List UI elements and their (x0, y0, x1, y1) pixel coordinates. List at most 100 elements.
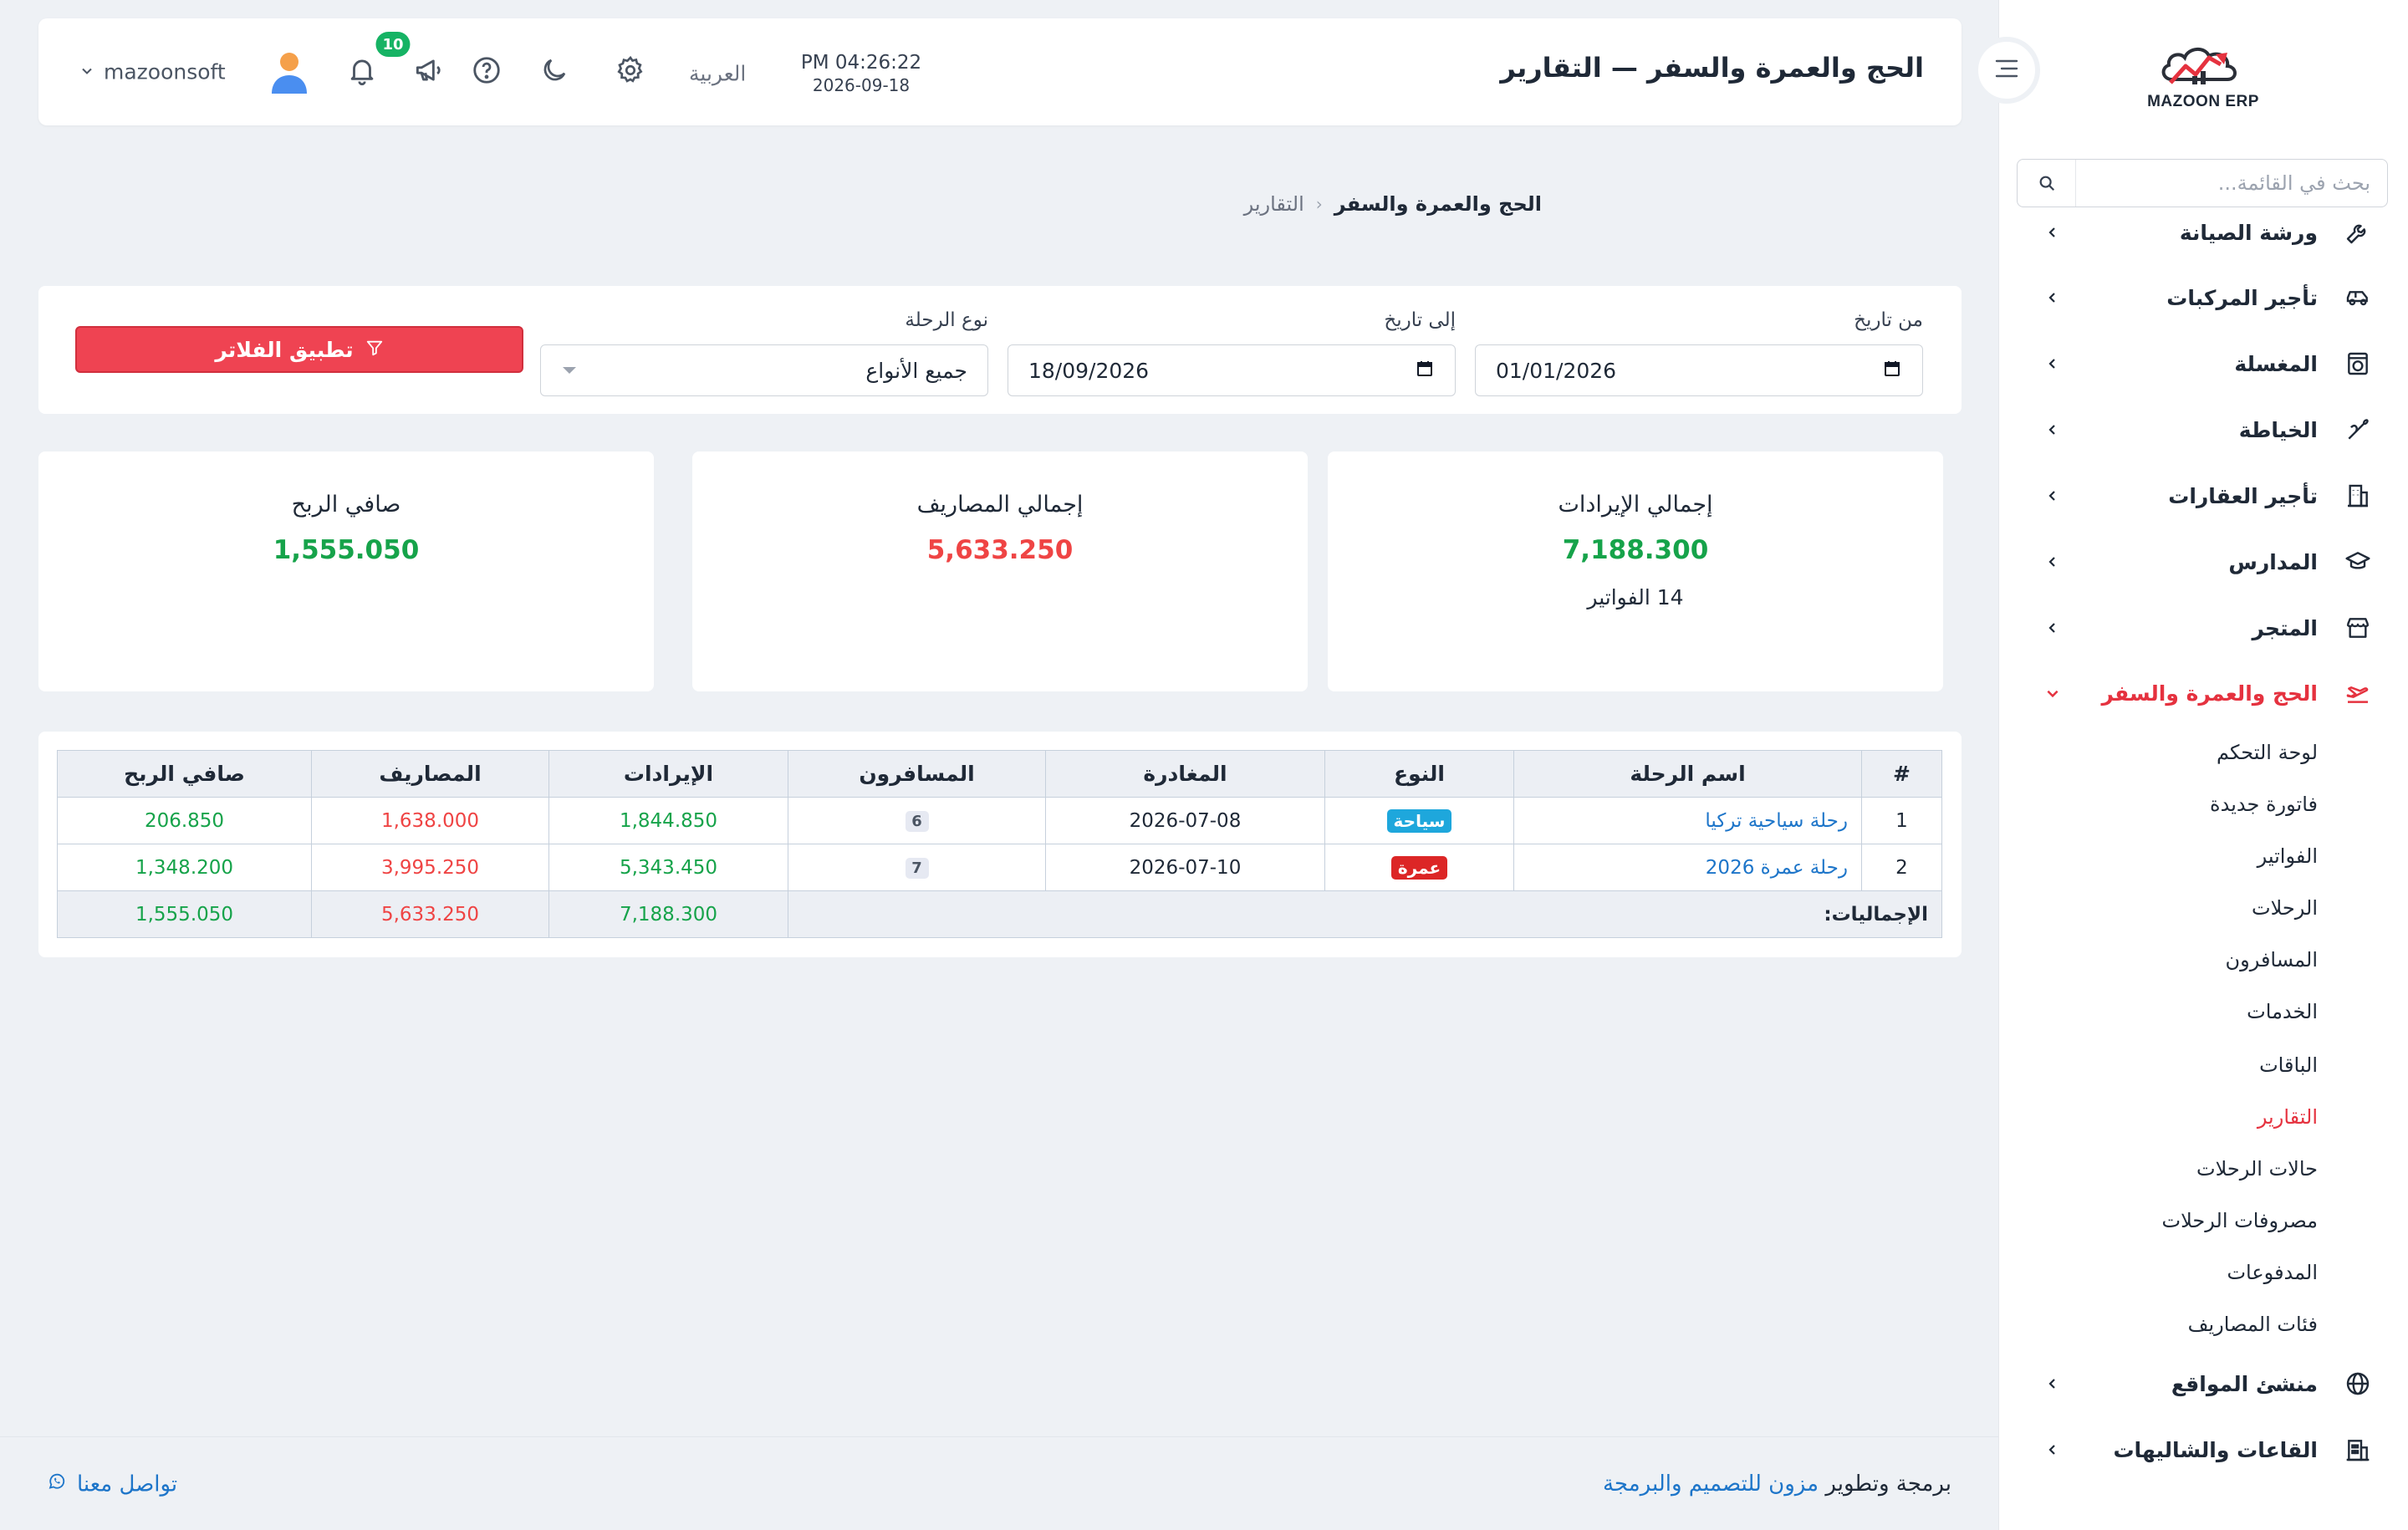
avatar[interactable] (264, 47, 314, 97)
announcements-button[interactable] (408, 52, 448, 92)
sidebar-item-label: ورشة الصيانة (2179, 220, 2318, 245)
sidebar-item-label: المدارس (2228, 549, 2318, 574)
chevron-down-icon (2040, 681, 2065, 706)
search-icon (2018, 160, 2076, 207)
column-header: # (1861, 750, 1942, 798)
apply-filters-button[interactable]: تطبيق الفلاتر (75, 326, 523, 373)
column-header: المغادرة (1045, 750, 1325, 798)
sidebar-item-schools[interactable]: المدارس (1998, 537, 2408, 587)
chevron-down-icon (80, 64, 94, 80)
table-row: 2 رحلة عمرة 2026 عمرة 2026-07-10 7 5,343… (57, 844, 1942, 891)
sidebar-toggle-button[interactable] (1973, 37, 2040, 104)
profit-cell: 206.850 (57, 797, 312, 844)
sidebar-item-real-estate[interactable]: تأجير العقارات (1998, 471, 2408, 521)
settings-button[interactable] (610, 52, 650, 92)
notifications-button[interactable] (342, 52, 382, 92)
brand-logo[interactable]: MAZOON ERP (2124, 33, 2283, 117)
plane-icon (2341, 676, 2375, 710)
sidebar-item-store[interactable]: المتجر (1998, 603, 2408, 653)
sidebar-subitem-trips[interactable]: الرحلات (2252, 887, 2318, 929)
sidebar-search-input[interactable] (2076, 160, 2387, 207)
hall-icon (2341, 1433, 2375, 1466)
chevron-left-icon (2040, 549, 2065, 574)
sidebar-item-site-builder[interactable]: منشئ المواقع (1998, 1359, 2408, 1409)
sidebar-subitem-services[interactable]: الخدمات (2247, 991, 2318, 1033)
invoice-count: 14 الفواتير (1587, 585, 1684, 609)
from-date-field[interactable]: 01/01/2026 (1475, 344, 1923, 396)
sidebar-subitem-new-invoice[interactable]: فاتورة جديدة (2210, 783, 2318, 825)
sidebar-item-hajj-travel[interactable]: الحج والعمرة والسفر (1998, 668, 2408, 718)
sidebar-item-label: الخياطة (2238, 417, 2318, 442)
column-header: الإيرادات (548, 750, 788, 798)
sidebar-subitem-expense-categories[interactable]: فئات المصاريف (2188, 1303, 2318, 1345)
trips-report-table: # اسم الرحلة النوع المغادرة المسافرون ال… (57, 750, 1942, 938)
sidebar-item-laundry[interactable]: المغسلة (1998, 339, 2408, 389)
trip-type-select[interactable]: جميع الأنواع (540, 344, 988, 396)
gear-icon (615, 54, 646, 89)
revenue-cell: 1,844.850 (548, 797, 788, 844)
trip-type-label: نوع الرحلة (905, 309, 988, 331)
column-header: اسم الرحلة (1513, 750, 1862, 798)
apply-filters-label: تطبيق الفلاتر (215, 337, 354, 362)
trip-type-badge: سياحة (1386, 808, 1452, 833)
washer-icon (2341, 347, 2375, 380)
sidebar-item-label: المتجر (2252, 615, 2319, 640)
sidebar-item-car-rental[interactable]: تأجير المركبات (1998, 273, 2408, 323)
sidebar-subitem-trip-expenses[interactable]: مصروفات الرحلات (2162, 1200, 2318, 1242)
travelers-cell: 6 (788, 797, 1046, 844)
sidebar-item-label: منشئ المواقع (2171, 1371, 2318, 1396)
trip-name-link[interactable]: رحلة سياحية تركيا (1513, 797, 1862, 844)
expenses-cell: 1,638.000 (311, 797, 549, 844)
help-button[interactable] (467, 52, 507, 92)
travelers-count-badge: 6 (905, 811, 929, 832)
language-switcher[interactable]: العربية (689, 62, 746, 86)
profit-cell: 1,348.200 (57, 844, 312, 891)
travelers-cell: 7 (788, 844, 1046, 891)
username: mazoonsoft (104, 59, 226, 84)
sidebar-item-halls[interactable]: القاعات والشاليهات (1998, 1425, 2408, 1475)
revenue-cell: 5,343.450 (548, 844, 788, 891)
logo-icon (2161, 48, 2237, 84)
filter-card: من تاريخ 01/01/2026 إلى تاريخ 18/09/2026… (38, 286, 1962, 414)
sidebar-search[interactable] (2017, 159, 2388, 207)
departure-date: 2026-07-08 (1045, 797, 1325, 844)
user-menu[interactable]: mazoonsoft (80, 60, 226, 84)
contact-us-link[interactable]: تواصل معنا (47, 1471, 177, 1497)
car-icon (2341, 281, 2375, 314)
totals-label: الإجماليات: (788, 890, 1942, 938)
building-icon (2341, 479, 2375, 513)
departure-date: 2026-07-10 (1045, 844, 1325, 891)
table-row: 1 رحلة سياحية تركيا سياحة 2026-07-08 6 1… (57, 797, 1942, 844)
row-index: 1 (1861, 797, 1942, 844)
sidebar-subitem-payments[interactable]: المدفوعات (2227, 1252, 2318, 1293)
sidebar-item-label: تأجير المركبات (2166, 285, 2318, 310)
to-date-value: 18/09/2026 (1028, 358, 1150, 383)
footer-credit-link[interactable]: مزون للتصميم والبرمجة (1603, 1471, 1819, 1497)
breadcrumb-parent[interactable]: الحج والعمرة والسفر (1334, 192, 1542, 216)
expenses-cell: 3,995.250 (311, 844, 549, 891)
clock: PM 04:26:22 2026-09-18 (794, 52, 928, 95)
sidebar-item-maintenance[interactable]: ورشة الصيانة (1998, 207, 2408, 258)
chevron-left-icon (2040, 417, 2065, 442)
calendar-icon (1882, 359, 1902, 382)
column-header: النوع (1324, 750, 1514, 798)
chevron-left-icon (2040, 285, 2065, 310)
sidebar-subitem-packages[interactable]: الباقات (2259, 1044, 2318, 1086)
calendar-icon (1415, 359, 1435, 382)
breadcrumb-separator-icon: ‹ (1315, 194, 1323, 214)
sidebar-subitem-reports[interactable]: التقارير (2258, 1096, 2318, 1138)
row-index: 2 (1861, 844, 1942, 891)
theme-toggle-button[interactable] (534, 52, 574, 92)
sidebar-item-tailoring[interactable]: الخياطة (1998, 405, 2408, 455)
sidebar-subitem-travelers[interactable]: المسافرون (2225, 939, 2318, 981)
column-header: المصاريف (311, 750, 549, 798)
sidebar-subitem-dashboard[interactable]: لوحة التحكم (2217, 732, 2318, 773)
chevron-left-icon (2040, 615, 2065, 640)
breadcrumb: الحج والعمرة والسفر ‹ التقارير (1244, 192, 1542, 216)
sidebar-item-label: تأجير العقارات (2168, 483, 2318, 508)
sidebar-subitem-invoices[interactable]: الفواتير (2258, 835, 2318, 877)
trip-name-link[interactable]: رحلة عمرة 2026 (1513, 844, 1862, 891)
trip-type-value: جميع الأنواع (865, 358, 967, 383)
sidebar-subitem-trip-statuses[interactable]: حالات الرحلات (2196, 1148, 2318, 1190)
to-date-field[interactable]: 18/09/2026 (1008, 344, 1456, 396)
